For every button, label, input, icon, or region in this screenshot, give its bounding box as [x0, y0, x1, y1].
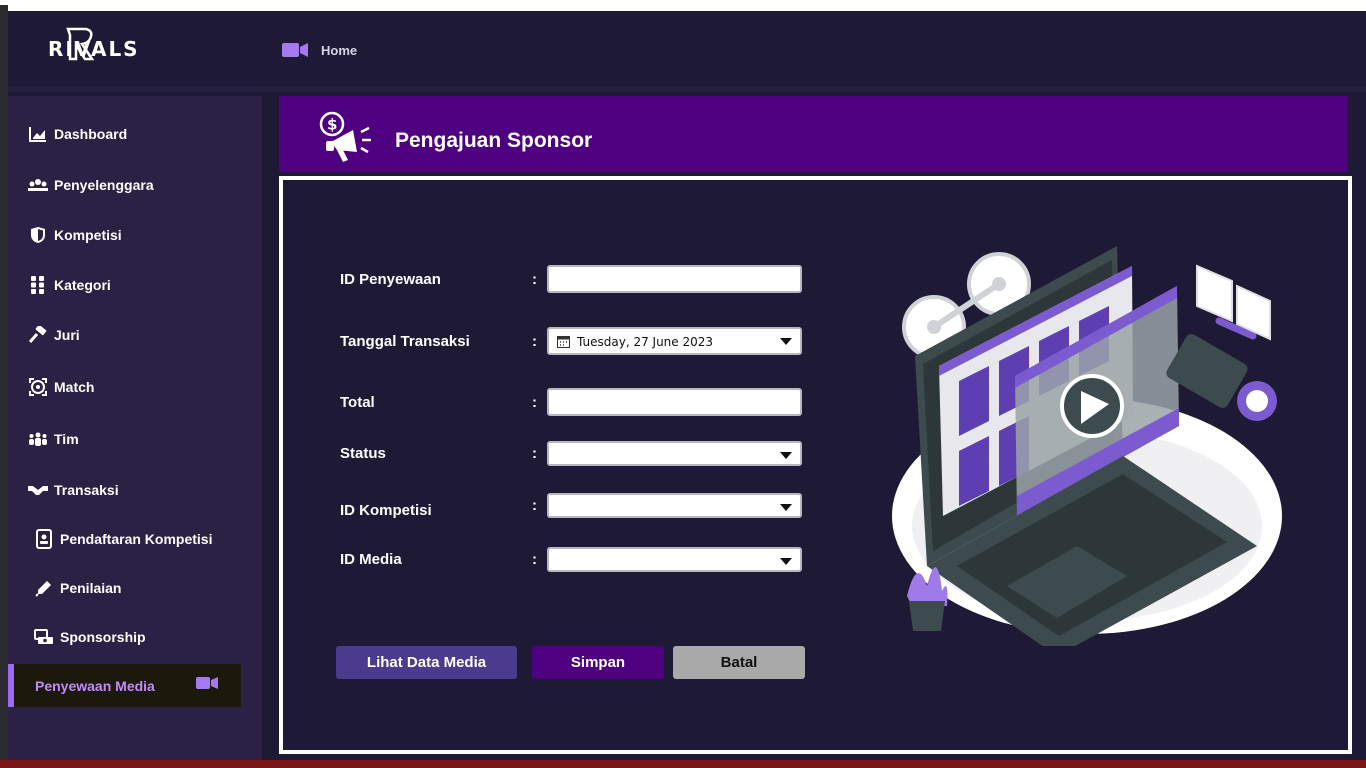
megaphone-dollar-icon: $ [319, 111, 371, 162]
logo-text: RIVALS [48, 37, 140, 61]
id-penyewaan-input[interactable] [547, 265, 802, 293]
page-title: Pengajuan Sponsor [395, 129, 593, 152]
colon: : [532, 497, 537, 514]
gavel-icon [28, 325, 48, 345]
team-icon [28, 429, 48, 449]
sidebar-item-tim[interactable]: Tim [28, 425, 79, 453]
label-id-penyewaan: ID Penyewaan [340, 271, 441, 288]
lihat-data-media-button[interactable]: Lihat Data Media [336, 646, 517, 679]
sidebar-item-label: Pendaftaran Kompetisi [60, 531, 213, 547]
sidebar-item-kategori[interactable]: Kategori [28, 271, 111, 299]
target-icon [28, 377, 48, 397]
video-camera-icon [282, 43, 308, 57]
batal-button[interactable]: Batal [673, 646, 805, 679]
pen-icon [34, 578, 54, 598]
simpan-button[interactable]: Simpan [532, 646, 664, 679]
sidebar: Dashboard Penyelenggara Kompetisi Katego… [8, 96, 262, 760]
organizer-icon [28, 175, 48, 195]
sidebar-item-label: Penyelenggara [54, 177, 154, 193]
sidebar-item-sponsorship[interactable]: Sponsorship [34, 623, 146, 651]
sidebar-item-juri[interactable]: Juri [28, 321, 80, 349]
handshake-icon [28, 480, 48, 500]
sidebar-item-label: Match [54, 379, 95, 395]
sidebar-item-label: Kompetisi [54, 227, 122, 243]
video-media-illustration [892, 246, 1282, 646]
sidebar-item-penilaian[interactable]: Penilaian [34, 574, 121, 602]
id-kompetisi-select[interactable] [547, 493, 802, 518]
top-header: RIVALS Home [8, 11, 1366, 92]
main-content: $ Pengajuan Sponsor ID Penyewaan : Tangg… [279, 96, 1352, 760]
label-status: Status [340, 445, 386, 462]
sidebar-item-label: Penilaian [60, 580, 122, 596]
sidebar-item-penyelenggara[interactable]: Penyelenggara [28, 171, 154, 199]
tanggal-transaksi-datepicker[interactable]: Tuesday, 27 June 2023 [547, 327, 802, 355]
sidebar-item-label: Penyewaan Media [35, 678, 155, 694]
colon: : [532, 551, 537, 568]
colon: : [532, 271, 537, 288]
id-media-select[interactable] [547, 547, 802, 572]
video-camera-icon [196, 677, 218, 689]
form-panel: ID Penyewaan : Tanggal Transaksi : Tuesd… [279, 176, 1352, 754]
taskbar-strip [0, 760, 1366, 768]
sidebar-item-pendaftaran-kompetisi[interactable]: Pendaftaran Kompetisi [34, 525, 212, 553]
tanggal-transaksi-value: Tuesday, 27 June 2023 [577, 335, 714, 349]
sidebar-item-kompetisi[interactable]: Kompetisi [28, 221, 122, 249]
sidebar-item-penyewaan-media[interactable]: Penyewaan Media [8, 664, 241, 707]
svg-text:$: $ [327, 116, 337, 134]
label-tanggal-transaksi: Tanggal Transaksi [340, 333, 470, 350]
sidebar-item-transaksi[interactable]: Transaksi [28, 476, 119, 504]
label-id-kompetisi: ID Kompetisi [340, 502, 432, 519]
sidebar-item-dashboard[interactable]: Dashboard [28, 120, 127, 148]
calendar-icon [557, 336, 570, 348]
sidebar-item-label: Sponsorship [60, 629, 146, 645]
sidebar-item-label: Tim [54, 431, 79, 447]
sidebar-item-label: Kategori [54, 277, 111, 293]
colon: : [532, 445, 537, 462]
label-total: Total [340, 394, 375, 411]
sidebar-item-label: Juri [54, 327, 80, 343]
sponsorship-icon [34, 627, 54, 647]
page-banner: $ Pengajuan Sponsor [279, 96, 1348, 172]
total-input[interactable] [547, 388, 802, 416]
colon: : [532, 333, 537, 350]
sidebar-item-label: Transaksi [54, 482, 119, 498]
id-badge-icon [34, 529, 54, 549]
status-select[interactable] [547, 441, 802, 466]
breadcrumb-home[interactable]: Home [321, 43, 357, 58]
chart-icon [28, 124, 48, 144]
shield-icon [28, 225, 48, 245]
sidebar-item-label: Dashboard [54, 126, 128, 142]
sidebar-item-match[interactable]: Match [28, 373, 94, 401]
colon: : [532, 394, 537, 411]
label-id-media: ID Media [340, 551, 402, 568]
grid-icon [28, 275, 48, 295]
